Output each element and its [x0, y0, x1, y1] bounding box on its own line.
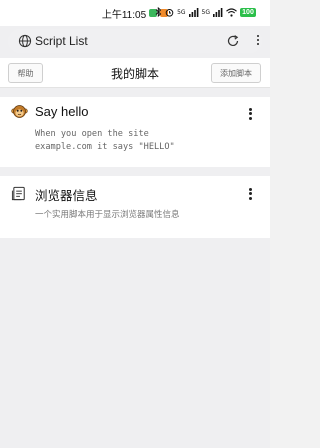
status-time: 上午11:05 [101, 9, 147, 21]
script-card[interactable]: 浏览器信息 一个实用脚本用于显示浏览器属性信息 [0, 176, 270, 238]
battery-icon: 100 [240, 7, 256, 17]
monkey-icon [11, 105, 28, 118]
bluetooth-icon [155, 7, 162, 17]
toolbar: 帮助 我的脚本 添加脚本 [0, 58, 270, 88]
reload-icon[interactable] [226, 34, 240, 48]
more-vert-icon[interactable] [256, 33, 260, 49]
document-icon [11, 186, 25, 201]
add-script-button[interactable]: 添加脚本 [211, 63, 261, 83]
status-right: 5G 5G 100 [155, 7, 256, 17]
script-title[interactable]: Say hello [35, 104, 88, 119]
script-description: When you open the site example.com it sa… [35, 129, 175, 152]
url-bar[interactable]: Script List [8, 29, 262, 53]
wifi-icon [226, 7, 237, 17]
status-bar: 上午11:05 5G 5G 100 [0, 0, 270, 26]
signal-icon [188, 7, 198, 17]
script-title[interactable]: 浏览器信息 [35, 185, 98, 204]
url-text[interactable]: Script List [35, 34, 88, 48]
more-vert-icon[interactable] [245, 106, 255, 122]
screen: 上午11:05 5G 5G 100 Script List 帮助 我的脚本 添加… [0, 0, 270, 448]
alarm-icon [165, 8, 174, 17]
script-description: 一个实用脚本用于显示浏览器属性信息 [35, 210, 180, 220]
signal-label-2: 5G [201, 8, 210, 16]
globe-icon [18, 34, 32, 48]
signal-label-1: 5G [177, 8, 186, 16]
more-vert-icon[interactable] [245, 186, 255, 202]
script-card[interactable]: Say hello When you open the site example… [0, 97, 270, 167]
signal-icon-2 [213, 7, 223, 17]
